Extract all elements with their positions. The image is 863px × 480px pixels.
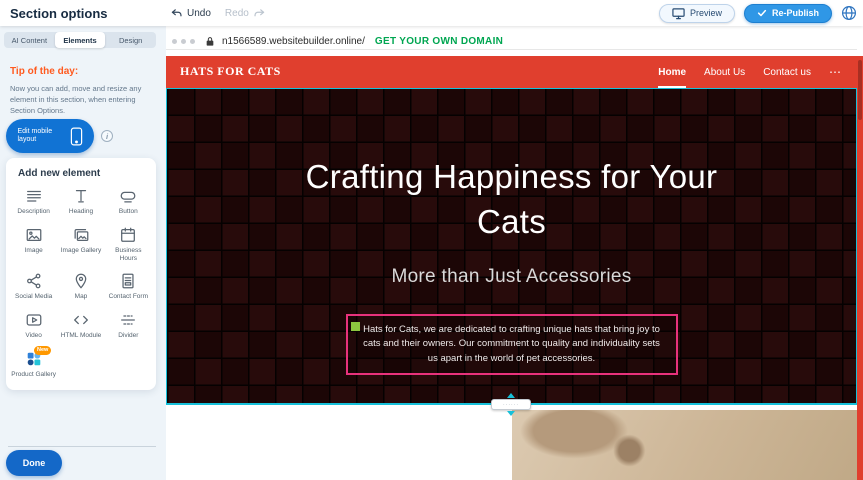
nav-home[interactable]: Home bbox=[658, 56, 686, 88]
add-new-element-title: Add new element bbox=[6, 158, 156, 183]
tab-design[interactable]: Design bbox=[105, 32, 156, 48]
map-icon bbox=[72, 272, 90, 290]
lock-icon bbox=[205, 36, 215, 47]
site-url: n1566589.websitebuilder.online/ bbox=[222, 36, 365, 47]
image-icon bbox=[25, 226, 43, 244]
preview-browser-bar: n1566589.websitebuilder.online/ GET YOUR… bbox=[166, 33, 857, 50]
hero-description-text: Hats for Cats, we are dedicated to craft… bbox=[363, 324, 660, 364]
hero-subtitle[interactable]: More than Just Accessories bbox=[391, 266, 631, 288]
contact-form-icon bbox=[119, 272, 137, 290]
heading-icon bbox=[72, 187, 90, 205]
element-divider[interactable]: Divider bbox=[105, 307, 152, 344]
redo-button[interactable]: Redo bbox=[225, 7, 266, 20]
social-media-icon bbox=[25, 272, 43, 290]
preview-label: Preview bbox=[690, 8, 722, 18]
section-resize-handle[interactable]: ······ bbox=[489, 393, 533, 416]
republish-label: Re-Publish bbox=[772, 8, 819, 18]
nav-more-icon[interactable]: ⋯ bbox=[829, 56, 841, 88]
hero-section[interactable]: Crafting Happiness for Your Cats More th… bbox=[166, 88, 857, 405]
info-icon[interactable]: i bbox=[101, 130, 113, 142]
element-label: Button bbox=[119, 208, 138, 216]
preview-scrollbar[interactable] bbox=[857, 56, 863, 480]
tab-elements[interactable]: Elements bbox=[55, 32, 106, 48]
edit-mobile-layout-label: Edit mobile layout bbox=[18, 128, 64, 145]
edit-mobile-layout-button[interactable]: Edit mobile layout bbox=[6, 119, 94, 153]
element-product-gallery[interactable]: New Product Gallery bbox=[10, 346, 57, 383]
redo-label: Redo bbox=[225, 8, 249, 19]
element-label: Image bbox=[25, 247, 43, 255]
element-label: Social Media bbox=[15, 293, 52, 301]
cat-paw-photo[interactable] bbox=[512, 410, 857, 480]
hero-headline[interactable]: Crafting Happiness for Your Cats bbox=[292, 155, 732, 244]
video-icon bbox=[25, 311, 43, 329]
redo-icon bbox=[253, 7, 266, 20]
element-label: Video bbox=[25, 332, 42, 340]
button-icon bbox=[119, 187, 137, 205]
element-label: Image Gallery bbox=[61, 247, 101, 255]
html-module-icon bbox=[72, 311, 90, 329]
element-drag-handle[interactable] bbox=[351, 322, 360, 331]
element-map[interactable]: Map bbox=[57, 268, 104, 305]
element-label: Map bbox=[75, 293, 88, 301]
element-heading[interactable]: Heading bbox=[57, 183, 104, 220]
sidebar-tabs: AI Content Elements Design bbox=[4, 32, 156, 48]
sidebar-divider bbox=[8, 446, 156, 447]
element-grid: Description Heading Button Image Image G… bbox=[6, 183, 156, 383]
topbar-actions: Preview Re-Publish bbox=[659, 4, 857, 23]
new-badge: New bbox=[34, 346, 51, 355]
element-button[interactable]: Button bbox=[105, 183, 152, 220]
resize-down-icon bbox=[507, 411, 515, 416]
element-image-gallery[interactable]: Image Gallery bbox=[57, 222, 104, 267]
section-options-sidebar: AI Content Elements Design Tip of the da… bbox=[0, 26, 166, 480]
resize-grip[interactable]: ······ bbox=[491, 399, 531, 410]
nav-about-us[interactable]: About Us bbox=[704, 56, 745, 88]
hero-description-box[interactable]: Hats for Cats, we are dedicated to craft… bbox=[346, 314, 678, 375]
description-icon bbox=[25, 187, 43, 205]
element-label: Divider bbox=[118, 332, 138, 340]
done-button[interactable]: Done bbox=[6, 450, 62, 476]
element-html-module[interactable]: HTML Module bbox=[57, 307, 104, 344]
element-contact-form[interactable]: Contact Form bbox=[105, 268, 152, 305]
undo-icon bbox=[170, 7, 183, 20]
element-label: Heading bbox=[69, 208, 93, 216]
element-label: Contact Form bbox=[109, 293, 148, 301]
get-domain-link[interactable]: GET YOUR OWN DOMAIN bbox=[375, 36, 503, 47]
image-gallery-icon bbox=[72, 226, 90, 244]
history-controls: Undo Redo bbox=[170, 7, 266, 20]
site-logo[interactable]: HATS FOR CATS bbox=[180, 64, 281, 79]
divider-icon bbox=[119, 311, 137, 329]
monitor-icon bbox=[672, 7, 685, 20]
top-toolbar: Section options Undo Redo Preview Re-P bbox=[0, 0, 863, 26]
preview-button[interactable]: Preview bbox=[659, 4, 735, 23]
element-video[interactable]: Video bbox=[10, 307, 57, 344]
undo-button[interactable]: Undo bbox=[170, 7, 211, 20]
scrollbar-thumb[interactable] bbox=[858, 60, 862, 120]
republish-button[interactable]: Re-Publish bbox=[744, 4, 832, 23]
site-header: HATS FOR CATS Home About Us Contact us ⋯ bbox=[166, 56, 857, 88]
business-hours-icon bbox=[119, 226, 137, 244]
undo-label: Undo bbox=[187, 8, 211, 19]
phone-icon bbox=[70, 127, 83, 146]
element-social-media[interactable]: Social Media bbox=[10, 268, 57, 305]
window-dots-icon bbox=[172, 39, 195, 44]
element-label: Description bbox=[17, 208, 50, 216]
check-icon bbox=[757, 8, 767, 18]
tip-of-the-day-title: Tip of the day: bbox=[10, 66, 78, 77]
page-title: Section options bbox=[10, 6, 108, 21]
globe-icon[interactable] bbox=[841, 5, 857, 21]
element-label: Business Hours bbox=[106, 247, 151, 263]
tip-of-the-day-body: Now you can add, move and resize any ele… bbox=[10, 84, 152, 117]
element-label: HTML Module bbox=[61, 332, 102, 340]
element-image[interactable]: Image bbox=[10, 222, 57, 267]
element-label: Product Gallery bbox=[11, 371, 56, 379]
site-nav: Home About Us Contact us ⋯ bbox=[658, 56, 841, 88]
element-description[interactable]: Description bbox=[10, 183, 57, 220]
nav-contact-us[interactable]: Contact us bbox=[763, 56, 811, 88]
element-business-hours[interactable]: Business Hours bbox=[105, 222, 152, 267]
add-new-element-panel: Add new element Description Heading Butt… bbox=[6, 158, 156, 390]
resize-up-icon bbox=[507, 393, 515, 398]
tab-ai-content[interactable]: AI Content bbox=[4, 32, 55, 48]
